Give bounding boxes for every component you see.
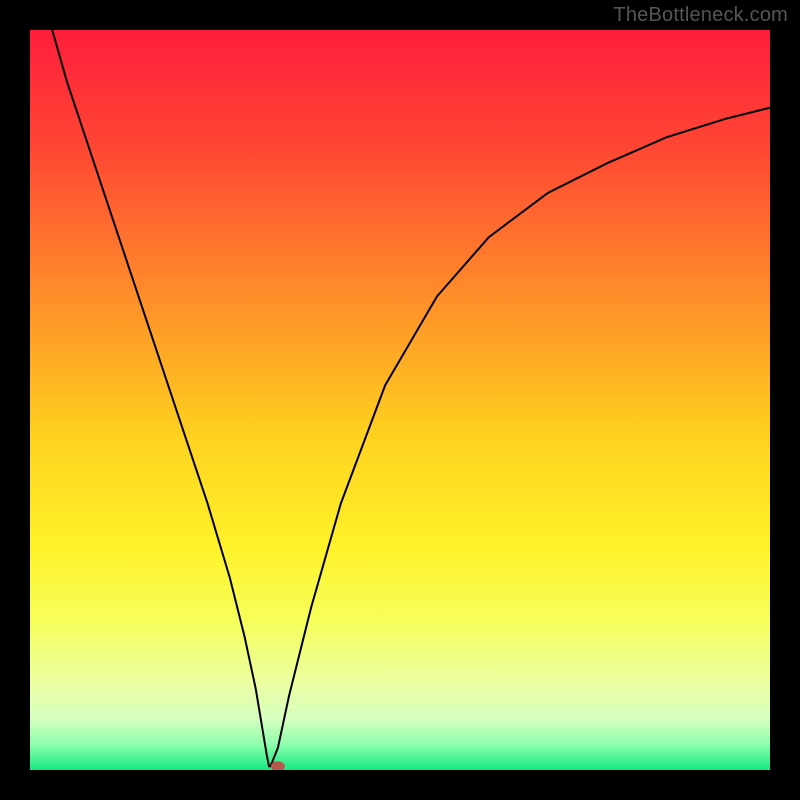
watermark-text: TheBottleneck.com (613, 4, 788, 27)
chart-frame (30, 30, 770, 770)
bottleneck-chart (30, 30, 770, 770)
